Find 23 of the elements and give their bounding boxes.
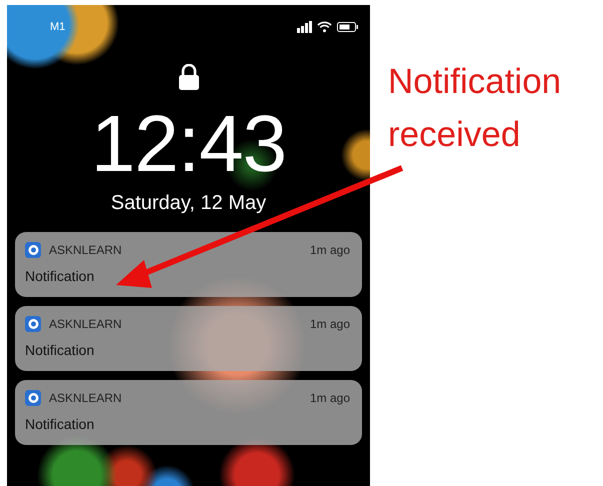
app-icon — [25, 390, 41, 406]
clock-time: 12:43 — [90, 104, 286, 184]
notification-card[interactable]: ASKNLEARN 1m ago Notification — [15, 380, 362, 445]
padlock-icon — [178, 64, 198, 90]
carrier-name: M1 — [50, 21, 66, 33]
signal-icon — [297, 21, 312, 33]
app-name: ASKNLEARN — [49, 391, 123, 405]
annotation-text: Notification received — [388, 61, 562, 156]
app-name: ASKNLEARN — [49, 243, 123, 257]
app-icon — [25, 242, 41, 258]
wifi-icon — [317, 21, 332, 33]
notification-time: 1m ago — [310, 391, 350, 405]
battery-icon — [337, 22, 358, 32]
notification-time: 1m ago — [310, 317, 350, 331]
notification-message: Notification — [25, 268, 96, 284]
app-name: ASKNLEARN — [49, 317, 123, 331]
notification-card[interactable]: ASKNLEARN 1m ago Notification — [15, 232, 362, 297]
notification-message: Notification — [25, 416, 96, 432]
date-label: Saturday, 12 May — [110, 192, 266, 215]
notification-time: 1m ago — [310, 243, 350, 257]
notification-message: Notification — [25, 342, 96, 358]
notification-card[interactable]: ASKNLEARN 1m ago Notification — [15, 306, 362, 371]
app-icon — [25, 316, 41, 332]
